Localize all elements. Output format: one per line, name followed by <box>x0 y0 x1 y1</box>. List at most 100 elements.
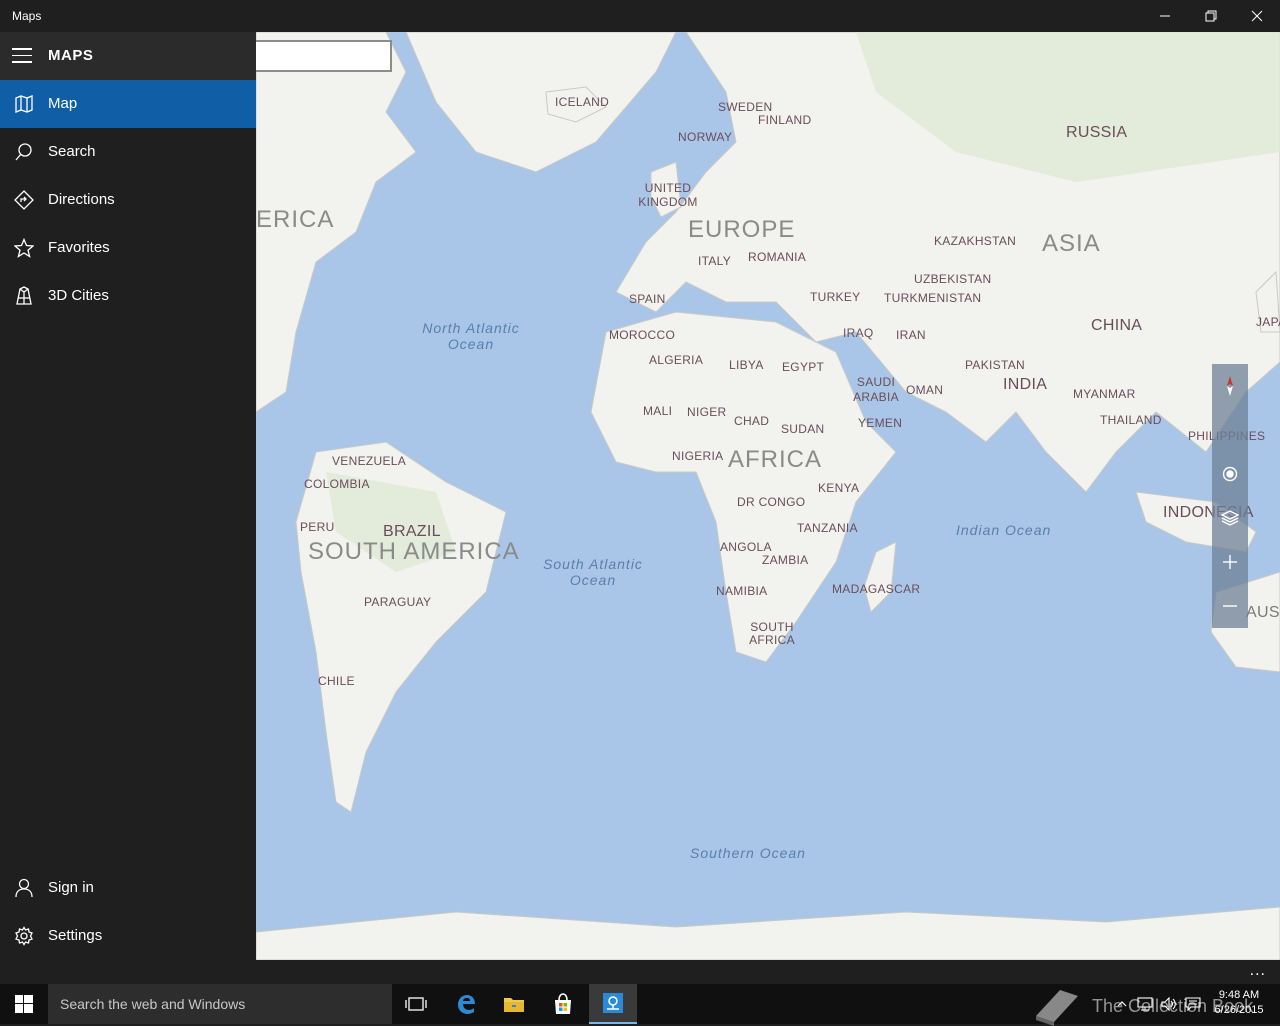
maps-app-icon <box>603 993 623 1013</box>
nav-item-label: Sign in <box>48 879 94 896</box>
compass-icon <box>1227 376 1233 396</box>
country-label: SUDAN <box>781 422 825 436</box>
country-label: UNITED KINGDOM <box>638 181 698 209</box>
ocean-label: North Atlantic Ocean <box>422 320 520 352</box>
my-location-button[interactable] <box>1212 452 1248 496</box>
nav-item-label: Map <box>48 95 78 112</box>
minimize-icon <box>1160 15 1170 17</box>
country-label: SPAIN <box>629 292 666 306</box>
nav-item-label: Search <box>48 143 96 160</box>
nav-item-sign-in[interactable]: Sign in <box>0 864 256 912</box>
start-button[interactable] <box>0 984 48 1024</box>
country-label: FINLAND <box>758 113 812 127</box>
nav-item-search[interactable]: Search <box>0 128 256 176</box>
nav-item-map[interactable]: Map <box>0 80 256 128</box>
country-label: MYANMAR <box>1073 387 1136 401</box>
folder-icon <box>504 998 524 1012</box>
task-view-icon <box>405 997 427 1011</box>
taskbar-store[interactable] <box>539 984 587 1024</box>
search-icon <box>14 142 34 162</box>
restore-icon <box>1205 10 1217 22</box>
country-label: IRAN <box>896 328 926 342</box>
taskbar-maps[interactable] <box>589 984 637 1024</box>
windows-logo-icon <box>15 995 33 1013</box>
title-bar: Maps <box>0 0 1280 32</box>
ocean-label: Indian Ocean <box>956 522 1052 538</box>
taskbar-search-placeholder: Search the web and Windows <box>60 996 246 1012</box>
restore-button[interactable] <box>1188 0 1234 32</box>
country-label: TURKMENISTAN <box>884 291 982 305</box>
nav-item-label: Directions <box>48 191 115 208</box>
zoom-out-button[interactable] <box>1212 584 1248 628</box>
hamburger-menu-icon[interactable] <box>12 48 32 64</box>
task-view-button[interactable] <box>392 984 440 1024</box>
close-icon <box>1251 10 1263 22</box>
person-icon <box>14 878 34 898</box>
map-icon <box>14 94 34 114</box>
clock-time: 9:48 AM <box>1218 989 1260 1001</box>
nav-item-favorites[interactable]: Favorites <box>0 224 256 272</box>
show-hidden-icons-button[interactable] <box>1112 984 1132 1024</box>
country-label: YEMEN <box>858 416 903 430</box>
directions-icon <box>14 190 34 210</box>
map-canvas[interactable]: EUROPE ASIA AFRICA SOUTH AMERICA ERICA A… <box>256 32 1280 960</box>
taskbar-search-box[interactable]: Search the web and Windows <box>48 984 392 1024</box>
country-label: CHAD <box>734 414 770 428</box>
nav-item-directions[interactable]: Directions <box>0 176 256 224</box>
nav-item-settings[interactable]: Settings <box>0 912 256 960</box>
country-label: ALGERIA <box>649 353 704 367</box>
country-label: INDIA <box>1003 376 1048 393</box>
country-label: RUSSIA <box>1066 124 1128 141</box>
3d-cities-icon <box>14 286 34 306</box>
continent-label: AFRICA <box>728 446 823 473</box>
country-label: KENYA <box>818 481 860 495</box>
volume-icon <box>1161 997 1176 1011</box>
country-label: IRAQ <box>843 326 874 340</box>
country-label: LIBYA <box>729 358 764 372</box>
taskbar-edge[interactable] <box>442 984 490 1024</box>
map-layers-button[interactable] <box>1212 496 1248 540</box>
store-icon <box>555 993 571 1014</box>
app-bar: ... <box>0 960 1280 984</box>
continent-label: ASIA <box>1042 230 1101 257</box>
taskbar: Search the web and Windows The Collectio… <box>0 984 1280 1026</box>
country-label: NORWAY <box>678 130 733 144</box>
action-center-button[interactable] <box>1182 984 1204 1024</box>
country-label: BRAZIL <box>383 523 441 540</box>
country-label: TANZANIA <box>797 521 858 535</box>
taskbar-clock[interactable]: 9:48 AM 6/26/2015 <box>1206 988 1272 1018</box>
ocean-label: Southern Ocean <box>690 845 806 861</box>
network-button[interactable] <box>1134 984 1156 1024</box>
country-label: SWEDEN <box>718 100 773 114</box>
country-label: MADAGASCAR <box>832 582 921 596</box>
zoom-out-icon <box>1223 605 1237 607</box>
network-icon <box>1137 997 1153 1011</box>
clock-date: 6/26/2015 <box>1214 1004 1264 1016</box>
volume-button[interactable] <box>1158 984 1180 1024</box>
country-label: SOUTH AFRICA <box>749 620 795 647</box>
country-label: VENEZUELA <box>332 454 407 468</box>
country-label: COLOMBIA <box>304 477 370 491</box>
nav-item-label: Settings <box>48 927 103 944</box>
window-title: Maps <box>12 9 42 23</box>
book-icon <box>1036 990 1078 1026</box>
country-label: SAUDI ARABIA <box>853 375 899 404</box>
country-label: ITALY <box>698 254 732 268</box>
zoom-in-button[interactable] <box>1212 540 1248 584</box>
country-label: TURKEY <box>810 290 861 304</box>
more-options-button[interactable]: ... <box>1250 962 1266 980</box>
nav-item-3d-cities[interactable]: 3D Cities <box>0 272 256 320</box>
minimize-button[interactable] <box>1142 0 1188 32</box>
map-search-input[interactable] <box>256 40 392 72</box>
navigation-pane: MAPS Map Search Directions Favorites 3D … <box>0 32 256 960</box>
zoom-in-icon <box>1223 555 1237 569</box>
compass-button[interactable] <box>1212 364 1248 408</box>
country-label: CHILE <box>318 674 355 688</box>
continent-label: SOUTH AMERICA <box>308 538 520 565</box>
gear-icon <box>14 926 34 946</box>
close-button[interactable] <box>1234 0 1280 32</box>
taskbar-file-explorer[interactable] <box>490 984 538 1024</box>
ocean-label: South Atlantic Ocean <box>543 556 643 588</box>
country-label: EGYPT <box>782 360 825 374</box>
country-label: MOROCCO <box>609 328 676 342</box>
